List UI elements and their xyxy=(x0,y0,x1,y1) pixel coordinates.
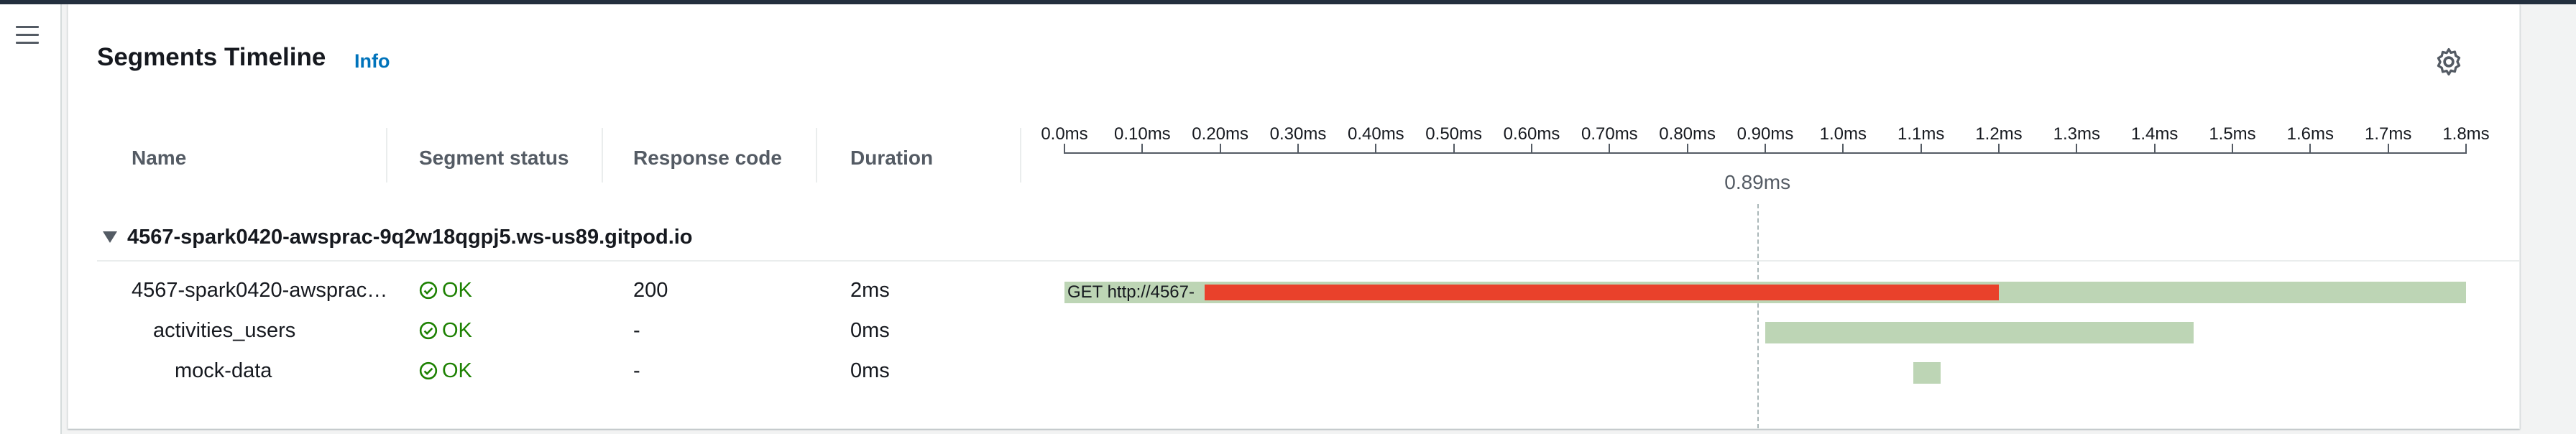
axis-tick-label: 0.90ms xyxy=(1736,124,1794,144)
axis-tick-label: 0.50ms xyxy=(1425,124,1483,144)
group-name: 4567-spark0420-awsprac-9q2w18qgpj5.ws-us… xyxy=(127,226,693,249)
axis-tick-label: 1.6ms xyxy=(2286,124,2334,144)
axis-tick xyxy=(1297,144,1299,154)
response-code: - xyxy=(633,359,640,382)
axis-tick xyxy=(2153,144,2156,154)
column-divider[interactable] xyxy=(602,128,603,183)
axis-tick xyxy=(1064,144,1065,154)
status-text: OK xyxy=(442,319,472,342)
axis-tick-label: 1.7ms xyxy=(2364,124,2412,144)
response-code: 200 xyxy=(633,279,668,302)
divider xyxy=(97,260,2519,262)
axis-tick-label: 1.2ms xyxy=(1975,124,2023,144)
status-text: OK xyxy=(442,279,472,302)
caret-down-icon[interactable] xyxy=(103,231,117,243)
segment-name[interactable]: activities_users xyxy=(153,319,295,343)
axis-tick xyxy=(1219,144,1221,154)
settings-gear-icon[interactable] xyxy=(2433,46,2465,78)
axis-tick-label: 1.4ms xyxy=(2130,124,2179,144)
axis-tick xyxy=(1686,144,1688,154)
axis-tick xyxy=(1842,144,1844,154)
status-text: OK xyxy=(442,359,472,382)
menu-icon[interactable] xyxy=(16,26,39,45)
axis-tick xyxy=(2076,144,2078,154)
column-header-duration[interactable]: Duration xyxy=(850,147,933,170)
check-circle-icon xyxy=(419,321,438,340)
segments-timeline-panel: Segments Timeline Info Name Segment stat… xyxy=(68,4,2520,429)
segment-group-header[interactable]: 4567-spark0420-awsprac-9q2w18qgpj5.ws-us… xyxy=(103,221,2518,256)
duration: 2ms xyxy=(850,279,890,302)
check-circle-icon xyxy=(419,281,438,300)
axis-tick xyxy=(2309,144,2312,154)
side-navigation-rail xyxy=(0,4,62,434)
axis-tick-label: 0.60ms xyxy=(1503,124,1560,144)
axis-tick-label: 1.0ms xyxy=(1819,124,1867,144)
axis-tick xyxy=(2387,144,2389,154)
duration: 0ms xyxy=(850,319,890,342)
axis-tick xyxy=(1998,144,2000,154)
segment-bar-label: GET http://4567- xyxy=(1067,282,1195,302)
axis-tick-label: 1.5ms xyxy=(2209,124,2256,144)
segment-bar[interactable] xyxy=(1765,322,2194,343)
axis-tick xyxy=(1920,144,1922,154)
axis-tick xyxy=(2465,144,2467,154)
axis-tick-label: 1.1ms xyxy=(1897,124,1945,144)
column-header-name[interactable]: Name xyxy=(132,147,186,170)
segment-status: OK xyxy=(419,279,472,303)
axis-tick-label: 0.0ms xyxy=(1041,124,1088,144)
column-divider[interactable] xyxy=(1020,128,1021,183)
segment-bar[interactable] xyxy=(1913,362,1941,384)
segment-bar-fault xyxy=(1205,285,1999,300)
axis-tick-label: 0.80ms xyxy=(1659,124,1716,144)
axis-tick xyxy=(1531,144,1532,154)
segment-status: OK xyxy=(419,359,472,383)
axis-tick xyxy=(2232,144,2233,154)
axis-tick-label: 0.40ms xyxy=(1347,124,1404,144)
check-circle-icon xyxy=(419,361,438,380)
axis-tick-label: 0.70ms xyxy=(1581,124,1638,144)
column-divider[interactable] xyxy=(386,128,387,183)
axis-tick-label: 1.8ms xyxy=(2442,124,2490,144)
segment-name[interactable]: mock-data xyxy=(175,359,272,383)
segment-name[interactable]: 4567-spark0420-awsprac… xyxy=(132,279,387,303)
axis-tick xyxy=(1609,144,1611,154)
duration: 0ms xyxy=(850,359,890,382)
axis-tick-label: 1.3ms xyxy=(2053,124,2101,144)
axis-tick xyxy=(1453,144,1455,154)
cursor-time-label: 0.89ms xyxy=(1724,171,1791,193)
axis-tick-label: 0.10ms xyxy=(1113,124,1171,144)
info-link[interactable]: Info xyxy=(354,50,390,73)
segment-status: OK xyxy=(419,319,472,343)
axis-tick-label: 0.20ms xyxy=(1192,124,1249,144)
axis-tick xyxy=(1765,144,1766,154)
response-code: - xyxy=(633,319,640,342)
axis-tick xyxy=(1141,144,1144,154)
axis-tick-label: 0.30ms xyxy=(1269,124,1327,144)
axis-tick xyxy=(1375,144,1377,154)
column-divider[interactable] xyxy=(816,128,817,183)
panel-title: Segments Timeline xyxy=(97,43,326,71)
column-header-response-code[interactable]: Response code xyxy=(633,147,782,170)
column-header-segment-status[interactable]: Segment status xyxy=(419,147,569,170)
